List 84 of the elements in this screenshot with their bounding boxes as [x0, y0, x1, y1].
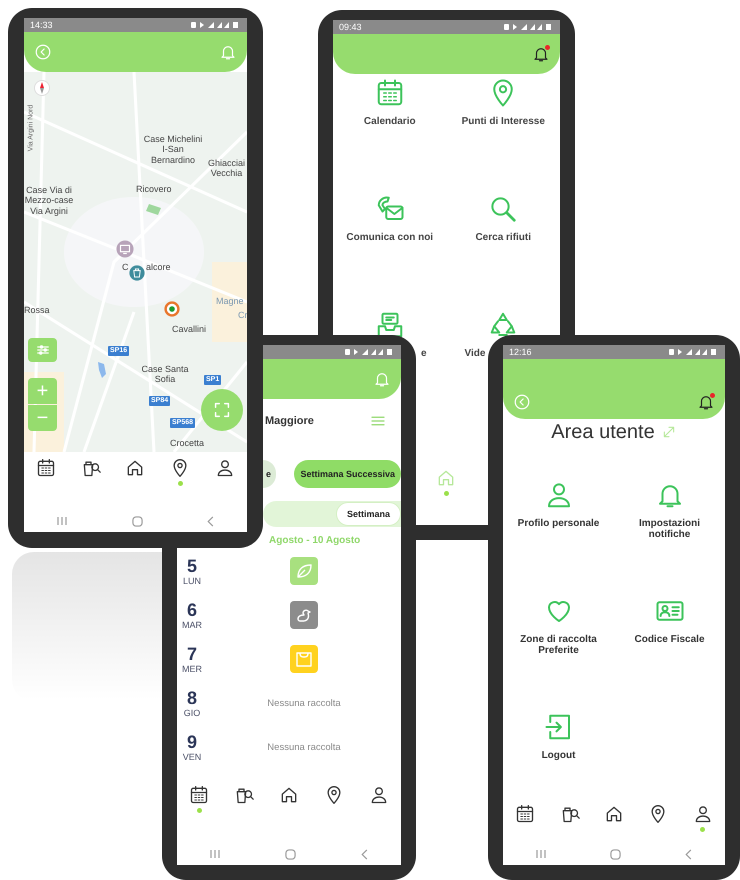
park-area — [146, 204, 161, 215]
back-icon[interactable] — [34, 43, 52, 61]
notification-dot — [710, 393, 715, 398]
week-button[interactable]: Settimana Successiva — [294, 460, 401, 488]
week-button[interactable]: e — [263, 460, 276, 488]
map-label: Rossa — [24, 305, 50, 316]
map-label: C — [122, 262, 128, 272]
monitor-marker-icon[interactable] — [116, 240, 134, 258]
menu-label[interactable]: Logout — [542, 750, 576, 761]
map-label: alcore — [146, 262, 171, 272]
active-dot — [444, 491, 449, 496]
map-label: Ricovero — [136, 184, 172, 194]
status-indicators-icon — [669, 348, 719, 356]
home-icon — [436, 468, 456, 488]
menu-label[interactable]: e — [420, 348, 426, 359]
active-dot — [178, 481, 183, 486]
map-label: Cr — [238, 310, 247, 320]
recent-apps-icon[interactable] — [56, 516, 68, 526]
map-label: Crocetta — [170, 438, 204, 448]
day-number: 8 — [186, 688, 197, 708]
compass-icon[interactable] — [34, 80, 50, 96]
weekday: MAR — [182, 620, 202, 630]
message-tray-icon[interactable] — [374, 310, 405, 340]
calendar-icon — [515, 804, 536, 824]
menu-label[interactable]: Impostazioni notifiche — [622, 518, 717, 540]
calendar-icon — [189, 785, 210, 805]
active-dot — [700, 827, 706, 832]
back-chevron-icon[interactable] — [685, 848, 694, 860]
day-number: 7 — [186, 644, 197, 664]
home-icon — [278, 785, 299, 805]
map-label: Cavallini — [172, 324, 206, 334]
back-icon[interactable] — [513, 393, 531, 411]
user-icon — [692, 804, 713, 824]
notification-dot — [545, 45, 550, 50]
bin-marker-icon[interactable] — [129, 265, 145, 281]
day-number: 5 — [186, 556, 197, 576]
weekday: GIO — [184, 708, 200, 718]
menu-label[interactable]: Vide — [464, 348, 486, 359]
map-label: Ghiacciai Vecchia — [206, 158, 246, 179]
menu-label[interactable]: Comunica con noi — [346, 232, 434, 243]
map-label: Case Michelini I-San Bernardino — [142, 134, 204, 166]
lake-area — [98, 362, 106, 378]
menu-label[interactable]: Punti di Interesse — [462, 116, 545, 127]
zone-title: Maggiore — [265, 415, 314, 427]
calendar-icon — [36, 458, 56, 478]
map-label: Magne — [216, 296, 244, 306]
weekday: LUN — [182, 576, 201, 586]
back-chevron-icon[interactable] — [207, 516, 215, 526]
calendar-icon[interactable] — [374, 78, 405, 108]
fullscreen-button[interactable] — [201, 389, 243, 431]
user-icon — [368, 785, 389, 805]
status-indicators-icon — [504, 23, 554, 31]
day-number: 9 — [186, 732, 197, 752]
map-label: Case Santa Sofia — [140, 364, 190, 385]
home-icon — [125, 458, 146, 478]
day-number: 6 — [186, 600, 197, 620]
user-icon — [214, 458, 235, 478]
status-time: 12:16 — [509, 347, 532, 357]
recent-apps-icon[interactable] — [534, 849, 547, 859]
active-dot — [196, 808, 202, 813]
view-tab[interactable]: Settimana — [336, 502, 401, 526]
menu-label[interactable]: Zone di raccolta Preferite — [511, 634, 606, 656]
page-title: Area utente — [551, 420, 655, 444]
map-label: Case Via di Mezzo-case Via Argini — [24, 185, 74, 216]
menu-label[interactable]: Cerca rifiuti — [475, 232, 532, 243]
home-icon — [604, 804, 624, 824]
weekday: MER — [182, 664, 202, 674]
menu-label[interactable]: Calendario — [364, 116, 416, 127]
status-time: 09:43 — [339, 22, 362, 32]
status-indicators-icon — [345, 348, 395, 356]
recent-apps-icon[interactable] — [209, 849, 222, 859]
menu-label[interactable]: Profilo personale — [518, 518, 600, 529]
location-marker-icon[interactable] — [164, 301, 180, 317]
weekday: VEN — [182, 752, 202, 762]
status-time: 14:33 — [30, 20, 53, 30]
bell-icon[interactable] — [532, 45, 550, 63]
back-chevron-icon[interactable] — [360, 848, 369, 860]
no-pickup-text: Nessuna raccolta — [267, 742, 341, 752]
status-indicators-icon — [191, 21, 241, 29]
date-range: Agosto - 10 Agosto — [269, 535, 362, 548]
menu-label[interactable]: Codice Fiscale — [634, 634, 705, 645]
filter-button[interactable] — [28, 338, 57, 362]
bell-icon[interactable] — [697, 393, 715, 411]
no-pickup-text: Nessuna raccolta — [267, 698, 341, 708]
